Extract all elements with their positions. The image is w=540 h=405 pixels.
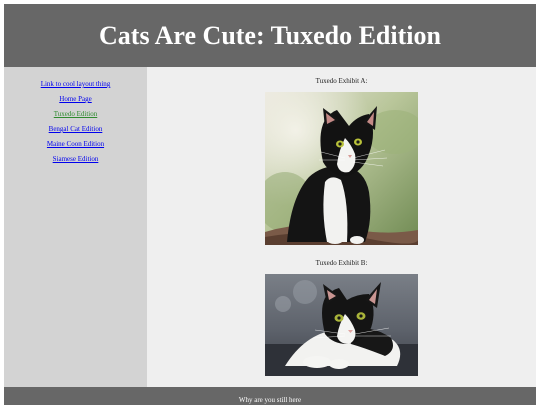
footer-text: Why are you still here <box>238 396 302 404</box>
page-header: Cats Are Cute: Tuxedo Edition <box>4 4 536 67</box>
page: Cats Are Cute: Tuxedo Edition Link to co… <box>4 4 536 405</box>
tuxedo-edition-link[interactable]: Tuxedo Edition <box>54 110 98 118</box>
exhibit-b-caption: Tuxedo Exhibit B: <box>315 259 368 267</box>
sidebar-item-tuxedo: Tuxedo Edition <box>4 110 147 119</box>
siamese-edition-link[interactable]: Siamese Edition <box>53 155 99 163</box>
sidebar-nav: Link to cool layout thing Home Page Tuxe… <box>4 67 147 387</box>
main-content: Tuxedo Exhibit A: Tuxedo Exhibit B: <box>147 67 536 387</box>
bengal-edition-link[interactable]: Bengal Cat Edition <box>49 125 103 133</box>
page-footer: Why are you still here <box>4 387 536 405</box>
sidebar-item-bengal: Bengal Cat Edition <box>4 125 147 134</box>
sidebar-item-layout-link: Link to cool layout thing <box>4 80 147 89</box>
tuxedo-kitten-photo-b <box>265 274 418 376</box>
sidebar-item-siamese: Siamese Edition <box>4 155 147 164</box>
tuxedo-kitten-photo-a <box>265 92 418 245</box>
exhibit-a-caption: Tuxedo Exhibit A: <box>315 77 368 85</box>
page-title: Cats Are Cute: Tuxedo Edition <box>99 20 441 50</box>
sidebar-item-maine-coon: Maine Coon Edition <box>4 140 147 149</box>
maine-coon-edition-link[interactable]: Maine Coon Edition <box>47 140 104 148</box>
sidebar-item-home: Home Page <box>4 95 147 104</box>
home-page-link[interactable]: Home Page <box>59 95 91 103</box>
layout-thing-link[interactable]: Link to cool layout thing <box>41 80 111 88</box>
